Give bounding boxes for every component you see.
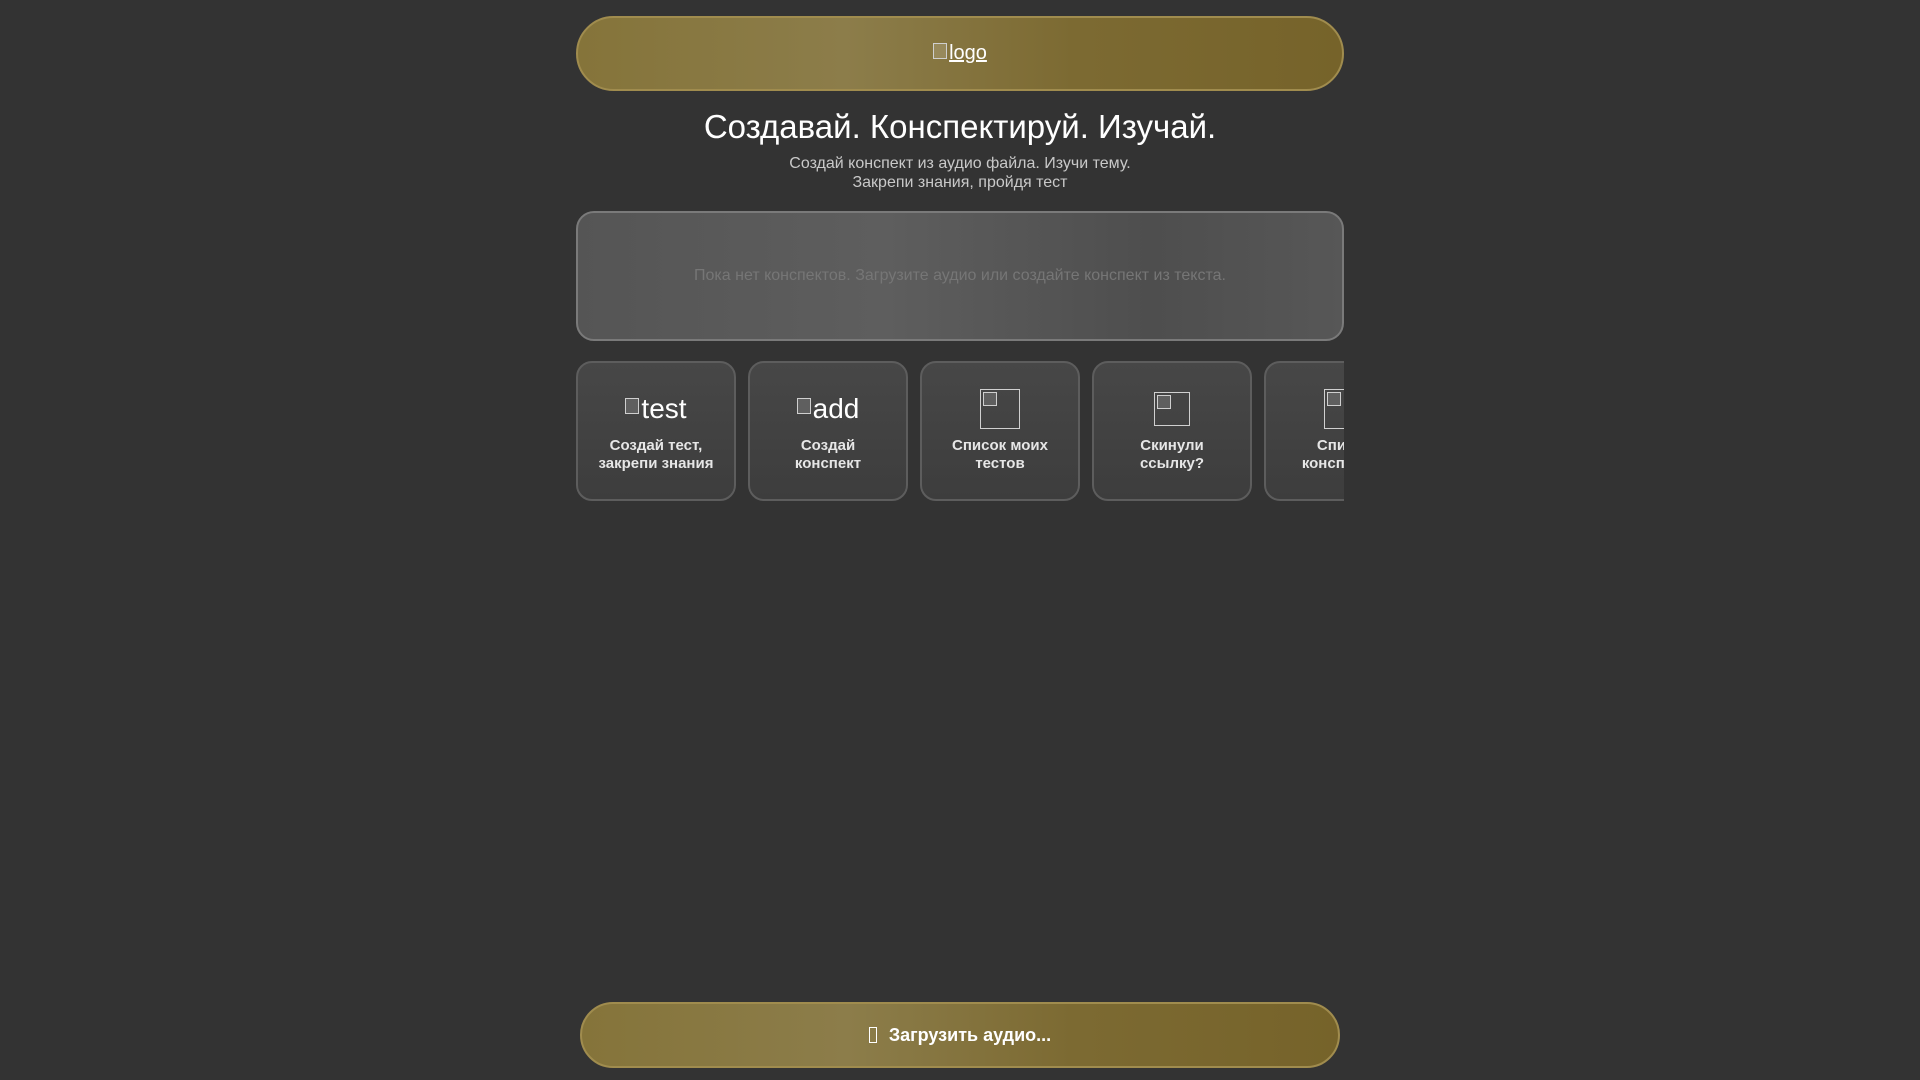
- action-cards-carousel[interactable]: test Создай тест, закрепи знания add Соз…: [576, 361, 1344, 502]
- hero-subtitle-line-2: Закрепи знания, пройдя тест: [852, 174, 1068, 191]
- create-notes-card[interactable]: add Создай конспект: [748, 361, 908, 501]
- notes-list-image-icon: [1324, 389, 1344, 429]
- notes-list-label-line-1: Список: [1316, 437, 1344, 454]
- action-cards-track: test Создай тест, закрепи знания add Соз…: [576, 361, 1344, 501]
- notes-panel: Пока нет конспектов. Загрузите аудио или…: [576, 211, 1344, 341]
- test-icon: test: [625, 389, 687, 429]
- create-notes-label-line-2: конспект: [794, 455, 862, 472]
- add-icon-alt: add: [812, 393, 860, 424]
- notes-list-label-line-2: конспектов: [1301, 455, 1344, 472]
- tests-list-icon: [980, 389, 1020, 429]
- shared-link-label-line-1: Скинули: [1140, 437, 1204, 454]
- logo-link[interactable]: logo: [933, 42, 987, 65]
- create-test-label-line-1: Создай тест,: [609, 437, 703, 454]
- upload-icon: [868, 1027, 877, 1043]
- upload-audio-button[interactable]: Загрузить аудио...: [580, 1002, 1340, 1068]
- link-image-icon: [1154, 392, 1190, 426]
- test-image-icon: [625, 398, 640, 414]
- my-tests-card[interactable]: Список моих тестов: [920, 361, 1080, 501]
- header-bar: logo: [576, 16, 1344, 91]
- shared-link-card[interactable]: Скинули ссылку?: [1092, 361, 1252, 501]
- hero-subtitle: Создай конспект из аудио файла. Изучи те…: [576, 154, 1344, 192]
- notes-list-icon: [1324, 389, 1344, 429]
- create-notes-label-line-1: Создай: [800, 437, 856, 454]
- logo-image-icon: [933, 42, 948, 59]
- shared-link-label-line-2: ссылку?: [1139, 455, 1205, 472]
- app-root: logo Создавай. Конспектируй. Изучай. Соз…: [0, 0, 1920, 1080]
- create-notes-label: Создай конспект: [763, 437, 893, 473]
- notes-list-label: Список конспектов: [1279, 437, 1344, 473]
- hero-subtitle-line-1: Создай конспект из аудио файла. Изучи те…: [789, 155, 1131, 172]
- add-icon: add: [796, 389, 860, 429]
- upload-audio-label: Загрузить аудио...: [888, 1024, 1052, 1045]
- logo-alt-text: logo: [949, 42, 987, 64]
- create-test-card[interactable]: test Создай тест, закрепи знания: [576, 361, 736, 501]
- tests-list-image-icon: [980, 389, 1020, 429]
- my-tests-label-line-1: Список моих: [952, 437, 1048, 454]
- notes-list-card[interactable]: Список конспектов: [1264, 361, 1344, 501]
- create-test-label: Создай тест, закрепи знания: [591, 437, 721, 473]
- test-icon-alt: test: [641, 393, 687, 424]
- hero-title: Создавай. Конспектируй. Изучай.: [703, 108, 1217, 145]
- create-test-label-line-2: закрепи знания: [598, 455, 714, 472]
- shared-link-label: Скинули ссылку?: [1107, 437, 1237, 473]
- notes-empty-text: Пока нет конспектов. Загрузите аудио или…: [694, 267, 1226, 284]
- link-icon: [1154, 389, 1190, 429]
- add-image-icon: [796, 398, 811, 414]
- my-tests-label-line-2: тестов: [975, 455, 1025, 472]
- my-tests-label: Список моих тестов: [935, 437, 1065, 473]
